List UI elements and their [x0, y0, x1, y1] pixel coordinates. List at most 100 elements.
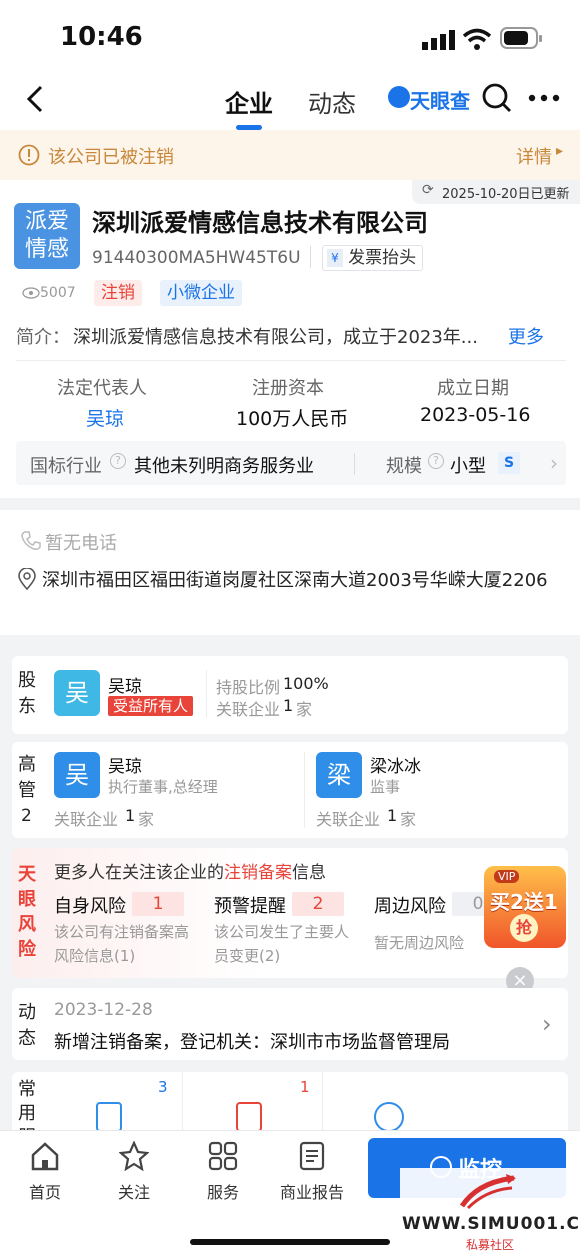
report-icon [299, 1141, 325, 1171]
nav-follow[interactable]: 关注 [109, 1141, 159, 1203]
divider [310, 246, 311, 268]
lawsuit-icon[interactable] [236, 1102, 262, 1132]
contact-card: 暂无电话 深圳市福田区福田街道岗厦社区深南大道2003号华嵘大厦2206 [0, 510, 580, 635]
back-icon[interactable] [24, 84, 46, 114]
status-badge[interactable]: 注销 [94, 280, 142, 306]
legal-rep-value[interactable]: 吴琼 [86, 404, 124, 431]
risk-desc: 暂无周边风险 [374, 934, 465, 952]
address-text[interactable]: 深圳市福田区福田街道岗厦社区深南大道2003号华嵘大厦2206 [42, 566, 552, 595]
founded-value: 2023-05-16 [420, 404, 531, 426]
home-indicator [190, 1239, 390, 1245]
home-icon [31, 1142, 59, 1171]
shareholder-card[interactable]: 股东 吴 吴琼 受益所有人 持股比例 100% 关联企业 1 家 [12, 656, 568, 734]
executive-role: 监事 [370, 778, 401, 796]
dynamic-date: 2023-12-28 [54, 1000, 153, 1020]
star-icon [119, 1141, 149, 1171]
credit-code[interactable]: 91440300MA5HW45T6U [92, 248, 301, 268]
nav-report[interactable]: 商业报告 [276, 1141, 348, 1203]
nav-label: 服务 [206, 1183, 239, 1202]
executive-name[interactable]: 梁冰冰 [370, 752, 421, 777]
promo-widget[interactable]: VIP 买2送1 抢 [484, 866, 566, 948]
chevron-right-icon: › [542, 1010, 552, 1038]
executive-name[interactable]: 吴琼 [108, 752, 142, 777]
chevron-right-icon: › [550, 451, 558, 475]
phone-text: 暂无电话 [45, 533, 117, 554]
divider [16, 360, 566, 361]
scale-badge[interactable]: 小微企业 [160, 280, 242, 306]
industry-value: 其他未列明商务服务业 [134, 456, 314, 477]
building-icon[interactable] [374, 1102, 404, 1132]
invoice-icon: ¥ [327, 249, 343, 267]
invoice-button[interactable]: ¥ 发票抬头 [322, 245, 424, 271]
service-count: 3 [158, 1078, 168, 1096]
nav-service[interactable]: 服务 [198, 1141, 248, 1203]
risk-title[interactable]: 预警提醒 [214, 892, 286, 918]
promo-text: 买2送1 [490, 890, 558, 914]
cancelled-notice[interactable]: 该公司已被注销 详情 ▸ [0, 130, 580, 180]
related-unit: 家 [296, 700, 313, 719]
executives-section-label: 高管 [18, 754, 36, 801]
industry-label: 国标行业 [30, 456, 102, 477]
risk-headline-text: 信息 [292, 863, 326, 883]
watermark-sub: 私募社区 [466, 1238, 515, 1252]
help-icon[interactable]: ? [428, 453, 444, 469]
scale-label: 规模 [386, 456, 422, 477]
promo-grab-button[interactable]: 抢 [510, 914, 538, 942]
company-name: 深圳派爱情感信息技术有限公司 [92, 209, 428, 237]
watermark: WWW.SIMU001.CN 私募社区 [400, 1168, 580, 1255]
shareholder-section-label: 股东 [18, 670, 36, 717]
brand-name: 天眼查 [410, 89, 470, 113]
company-logo: 派爱 情感 [14, 203, 80, 269]
status-bar: 10:46 [0, 0, 580, 70]
divider [206, 670, 207, 718]
notice-detail-link[interactable]: 详情 [516, 143, 552, 169]
tab-company[interactable]: 企业 [225, 84, 273, 119]
ratio-value: 100% [283, 674, 329, 693]
nav-label: 关注 [117, 1183, 150, 1202]
phone-icon [21, 531, 41, 550]
scale-size-badge: S [498, 452, 520, 474]
promo-vip-badge: VIP [494, 870, 520, 883]
industry-row[interactable]: 国标行业 ? 其他未列明商务服务业 规模 ? 小型 S › [16, 441, 566, 485]
nav-home[interactable]: 首页 [20, 1141, 70, 1203]
tab-dynamics[interactable]: 动态 [308, 84, 356, 119]
shareholder-name[interactable]: 吴琼 [108, 672, 142, 697]
risk-desc: 该公司有注销备案高风险信息(1) [54, 923, 190, 965]
beneficial-owner-badge: 受益所有人 [108, 696, 194, 716]
risk-count: 1 [132, 892, 184, 916]
related-label: 关联企业 [316, 810, 381, 829]
signal-icon [422, 30, 455, 50]
dynamic-card[interactable]: 动态 2023-12-28 新增注销备案，登记机关：深圳市市场监督管理局 › [12, 988, 568, 1060]
related-label: 关联企业 [216, 700, 281, 719]
related-count: 1 [125, 806, 136, 825]
info-icon [18, 144, 40, 166]
document-icon[interactable] [96, 1102, 122, 1132]
invoice-label: 发票抬头 [348, 248, 417, 268]
capital-label: 注册资本 [252, 378, 324, 399]
risk-headline-highlight: 注销备案 [224, 863, 292, 883]
help-icon[interactable]: ? [110, 453, 126, 469]
intro-label: 简介： [16, 327, 70, 348]
divider [304, 752, 305, 828]
battery-icon [500, 27, 542, 49]
ratio-label: 持股比例 [216, 678, 281, 697]
nav-bar: 企业 动态 天眼查 [0, 70, 580, 130]
service-count: 1 [300, 1078, 310, 1096]
avatar: 吴 [54, 752, 100, 798]
nav-label: 商业报告 [279, 1183, 344, 1202]
executives-count: 2 [21, 806, 32, 826]
related-count: 1 [387, 806, 398, 825]
nav-label: 首页 [28, 1183, 61, 1202]
eye-icon [22, 287, 40, 299]
search-icon[interactable] [481, 82, 513, 114]
update-text: 2025-10-20日已更新 [442, 187, 570, 202]
tianyancha-logo-icon [388, 86, 410, 108]
grid-icon [208, 1141, 238, 1171]
more-icon[interactable] [528, 94, 560, 102]
notice-text: 该公司已被注销 [48, 147, 174, 168]
intro-text: 深圳派爱情感信息技术有限公司，成立于2023年... [73, 327, 478, 348]
risk-title[interactable]: 周边风险 [374, 892, 446, 918]
intro-more-link[interactable]: 更多 [508, 323, 544, 349]
watermark-logo-icon [459, 1174, 516, 1210]
risk-title[interactable]: 自身风险 [54, 892, 126, 918]
